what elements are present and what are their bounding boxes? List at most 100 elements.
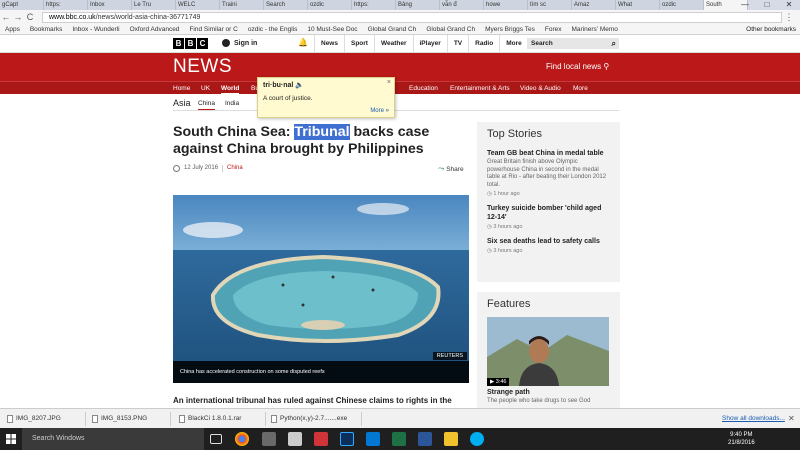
browser-tab[interactable]: vẫn đ [440, 0, 484, 10]
browser-tab[interactable]: Inbox [88, 0, 132, 10]
tooltip-more-link[interactable]: More » [370, 108, 389, 114]
story-title[interactable]: Six sea deaths lead to safety calls [487, 237, 610, 246]
browser-tab[interactable]: Le Tru [132, 0, 176, 10]
bookmark-item[interactable]: ozdic - the Englis [243, 26, 303, 33]
top-nav-iplayer[interactable]: iPlayer [412, 35, 447, 52]
story-item[interactable]: Turkey suicide bomber 'child aged 12-14'… [487, 204, 610, 230]
share-button[interactable]: ⤳ Share [438, 164, 464, 174]
start-button[interactable] [0, 428, 22, 450]
skype-icon[interactable] [470, 432, 484, 446]
story-title[interactable]: Turkey suicide bomber 'child aged 12-14' [487, 204, 610, 222]
top-nav-news[interactable]: News [314, 35, 344, 52]
article-category-link[interactable]: China [222, 165, 243, 172]
excel-icon[interactable] [392, 432, 406, 446]
download-item[interactable]: Python(x,y)-2.7.......exe [268, 412, 362, 426]
address-bar[interactable]: www.bbc.co.uk/news/world-asia-china-3677… [42, 11, 782, 23]
app-icon[interactable] [262, 432, 276, 446]
browser-tab[interactable]: ozdic [660, 0, 704, 10]
browser-tab[interactable]: Search [264, 0, 308, 10]
browser-tab[interactable]: tìm sc [528, 0, 572, 10]
bookmark-item[interactable]: Mariners' Memo [566, 26, 622, 33]
browser-tab[interactable]: Amaz [572, 0, 616, 10]
browser-tab[interactable]: howe [484, 0, 528, 10]
section-nav-item[interactable]: Entertainment & Arts [450, 82, 510, 95]
sign-in-link[interactable]: Sign in [222, 39, 257, 47]
minimize-button[interactable]: — [734, 0, 756, 10]
download-item[interactable]: BlackCi 1.8.0.1.rar [176, 412, 266, 426]
bbc-logo-letter: C [197, 38, 208, 49]
section-nav-item[interactable]: UK [201, 82, 210, 95]
download-item[interactable]: IMG_8153.PNG [89, 412, 171, 426]
section-nav-item[interactable]: More [573, 82, 588, 95]
bookmark-item[interactable]: Global Grand Ch [363, 26, 422, 33]
top-nav-radio[interactable]: Radio [468, 35, 499, 52]
browser-menu-icon[interactable]: ⋮ [782, 12, 796, 23]
app-icon[interactable] [288, 432, 302, 446]
bookmark-item[interactable]: Myers Briggs Tes [480, 26, 540, 33]
forward-button[interactable]: → [12, 12, 24, 22]
other-bookmarks[interactable]: Other bookmarks [746, 26, 796, 33]
tooltip-close-button[interactable]: × [387, 79, 391, 86]
top-nav-weather[interactable]: Weather [373, 35, 413, 52]
bookmark-item[interactable]: Global Grand Ch [421, 26, 480, 33]
search-icon[interactable]: ⌕ [612, 38, 616, 49]
top-nav-sport[interactable]: Sport [343, 35, 374, 52]
bbc-logo-letter: B [173, 38, 184, 49]
section-nav-item[interactable]: Home [173, 82, 190, 95]
feature-video-thumbnail[interactable]: ▶ 3:46 [487, 317, 609, 386]
app-icon[interactable] [314, 432, 328, 446]
outlook-icon[interactable] [366, 432, 380, 446]
browser-tab[interactable]: https: [352, 0, 396, 10]
feature-title[interactable]: Strange path [487, 389, 530, 396]
headline-selected-word[interactable]: Tribunal [294, 124, 350, 140]
browser-tab[interactable]: gCapt [0, 0, 44, 10]
bookmark-item[interactable]: Forex [540, 26, 567, 33]
browser-tab[interactable]: https: [44, 0, 88, 10]
maximize-button[interactable]: □ [756, 0, 778, 10]
file-explorer-icon[interactable] [444, 432, 458, 446]
story-item[interactable]: Six sea deaths lead to safety calls ◷ 3 … [487, 237, 610, 254]
top-nav-tv[interactable]: TV [446, 35, 468, 52]
system-clock[interactable]: 9:40 PM 21/8/2016 [728, 431, 755, 447]
top-nav-more[interactable]: More [499, 35, 528, 52]
bookmark-item[interactable]: Oxford Advanced [125, 26, 185, 33]
close-window-button[interactable]: ✕ [778, 0, 800, 10]
bookmark-item[interactable]: 10 Must-See Doc [302, 26, 362, 33]
section-nav-item[interactable]: Video & Audio [520, 82, 561, 95]
browser-tab[interactable]: WELC [176, 0, 220, 10]
photoshop-icon[interactable] [340, 432, 354, 446]
story-item[interactable]: Team GB beat China in medal table Great … [487, 149, 610, 197]
bookmark-item[interactable]: Apps [0, 26, 25, 33]
browser-tab[interactable]: What [616, 0, 660, 10]
bbc-search-box[interactable]: Search ⌕ [527, 38, 619, 49]
taskbar-search-box[interactable]: Search Windows [22, 428, 204, 450]
reload-button[interactable]: C [24, 12, 36, 22]
story-title[interactable]: Team GB beat China in medal table [487, 149, 610, 158]
speaker-icon[interactable]: 🔈 [295, 82, 304, 89]
section-nav-item[interactable]: World [221, 82, 240, 95]
browser-tab[interactable]: Traini [220, 0, 264, 10]
browser-tab[interactable]: ozdic [308, 0, 352, 10]
bookmark-item[interactable]: Bookmarks [25, 26, 68, 33]
task-view-icon[interactable] [210, 434, 222, 444]
news-logo[interactable]: NEWS [173, 56, 232, 78]
browser-tab[interactable]: Bảng [396, 0, 440, 10]
chrome-icon[interactable] [235, 432, 249, 446]
word-icon[interactable] [418, 432, 432, 446]
headline-part: South China Sea: [173, 124, 295, 140]
features-title: Features [487, 298, 531, 310]
bookmark-item[interactable]: Find Similar or C [184, 26, 242, 33]
notifications-bell-icon[interactable]: 🔔 [298, 38, 308, 47]
show-all-downloads-link[interactable]: Show all downloads... [722, 415, 785, 422]
section-nav-item[interactable]: Education [409, 82, 438, 95]
back-button[interactable]: ← [0, 12, 12, 22]
find-local-news-link[interactable]: Find local news ⚲ [546, 62, 609, 71]
close-downloads-button[interactable]: ✕ [788, 414, 795, 423]
top-stories-panel: Top Stories Team GB beat China in medal … [477, 122, 620, 282]
bbc-logo-letter: B [185, 38, 196, 49]
user-icon [222, 39, 230, 47]
download-item[interactable]: IMG_8207.JPG [4, 412, 86, 426]
url-path: /news/world-asia-china-36771749 [95, 13, 201, 21]
bookmark-item[interactable]: Inbox - Wunderli [67, 26, 124, 33]
bbc-logo[interactable]: B B C [173, 38, 208, 49]
